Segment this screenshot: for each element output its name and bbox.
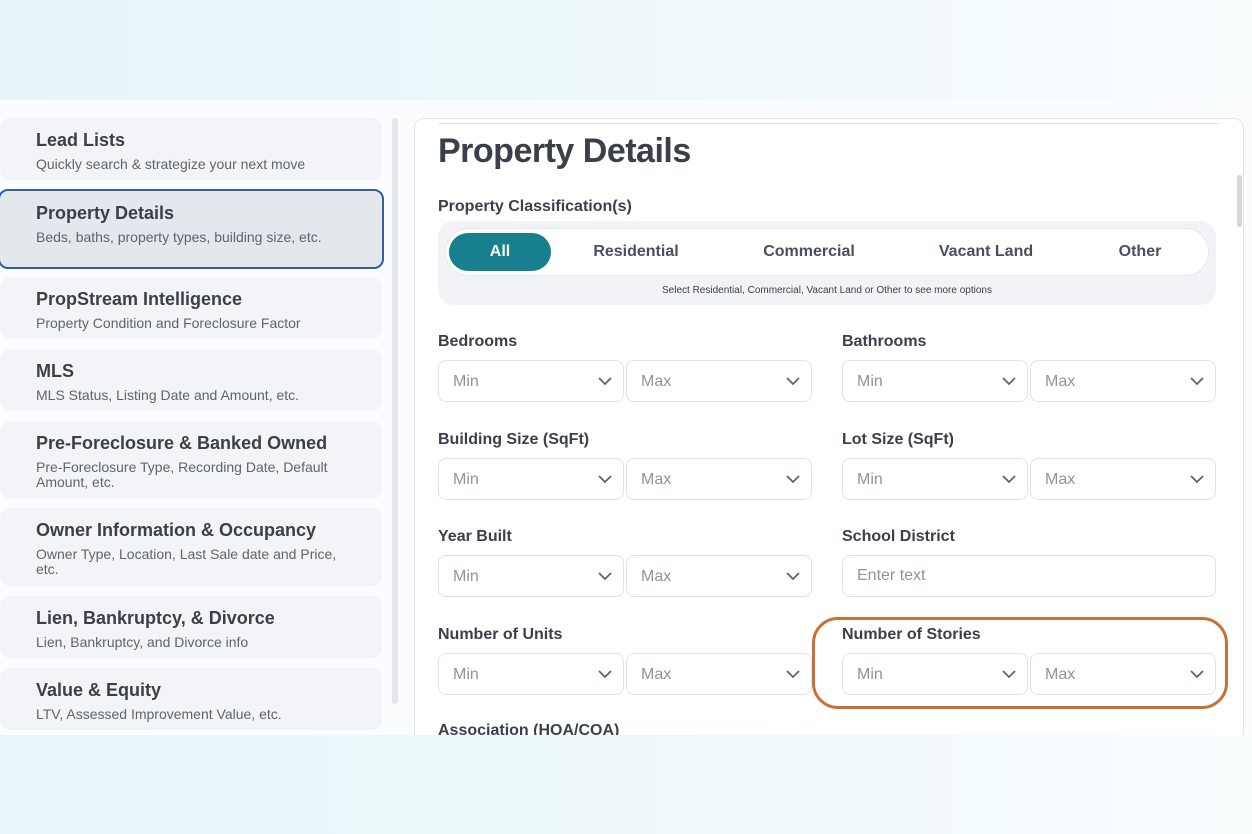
sidebar-item-lien-bankruptcy-divorce[interactable]: Lien, Bankruptcy, & Divorce Lien, Bankru… — [0, 596, 382, 658]
select-value: Max — [641, 471, 672, 488]
number-of-stories-label: Number of Stories — [842, 626, 981, 643]
chevron-down-icon — [598, 475, 612, 484]
chevron-down-icon — [598, 377, 612, 386]
filter-sidebar: Lead Lists Quickly search & strategize y… — [0, 100, 400, 735]
select-value: Min — [453, 373, 479, 390]
number-of-units-max-select[interactable]: Max — [626, 653, 812, 695]
page-title: Property Details — [438, 132, 691, 170]
sidebar-item-mls[interactable]: MLS MLS Status, Listing Date and Amount,… — [0, 349, 382, 411]
select-value: Max — [641, 373, 672, 390]
bedrooms-min-select[interactable]: Min — [438, 360, 624, 402]
sidebar-item-subtitle: MLS Status, Listing Date and Amount, etc… — [36, 387, 300, 403]
select-value: Min — [453, 666, 479, 683]
sidebar-item-title: Lead Lists — [36, 130, 126, 150]
chevron-down-icon — [786, 670, 800, 679]
classification-option-other[interactable]: Other — [1090, 233, 1190, 271]
year-built-label: Year Built — [438, 528, 512, 545]
select-value: Max — [1045, 373, 1076, 390]
sidebar-item-title: PropStream Intelligence — [36, 289, 243, 309]
sidebar-item-title: Lien, Bankruptcy, & Divorce — [36, 608, 275, 628]
bathrooms-min-select[interactable]: Min — [842, 360, 1028, 402]
classification-option-commercial[interactable]: Commercial — [734, 233, 884, 271]
classification-hint: Select Residential, Commercial, Vacant L… — [662, 285, 992, 296]
chevron-down-icon — [1002, 475, 1016, 484]
lot-size-min-select[interactable]: Min — [842, 458, 1028, 500]
sidebar-item-owner-information[interactable]: Owner Information & Occupancy Owner Type… — [0, 508, 382, 586]
building-size-max-select[interactable]: Max — [626, 458, 812, 500]
chevron-down-icon — [1002, 670, 1016, 679]
building-size-label: Building Size (SqFt) — [438, 431, 590, 448]
school-district-label: School District — [842, 528, 955, 545]
lot-size-max-select[interactable]: Max — [1030, 458, 1216, 500]
number-of-units-label: Number of Units — [438, 626, 563, 643]
bathrooms-max-select[interactable]: Max — [1030, 360, 1216, 402]
sidebar-item-subtitle: LTV, Assessed Improvement Value, etc. — [36, 706, 282, 722]
chevron-down-icon — [786, 572, 800, 581]
sidebar-item-subtitle: Beds, baths, property types, building si… — [36, 229, 322, 245]
select-value: Min — [453, 568, 479, 585]
bedrooms-label: Bedrooms — [438, 333, 518, 350]
number-of-stories-max-select[interactable]: Max — [1030, 653, 1216, 695]
select-value: Max — [641, 666, 672, 683]
bedrooms-max-select[interactable]: Max — [626, 360, 812, 402]
year-built-min-select[interactable]: Min — [438, 555, 624, 597]
top-backdrop — [0, 0, 1252, 100]
sidebar-item-title: Property Details — [36, 203, 175, 223]
chevron-down-icon — [1190, 475, 1204, 484]
year-built-max-select[interactable]: Max — [626, 555, 812, 597]
select-value: Min — [857, 666, 883, 683]
classification-option-all[interactable]: All — [449, 233, 551, 271]
select-value: Min — [857, 471, 883, 488]
select-value: Min — [857, 373, 883, 390]
app-window: Lead Lists Quickly search & strategize y… — [0, 100, 1252, 735]
select-value: Max — [1045, 471, 1076, 488]
lot-size-label: Lot Size (SqFt) — [842, 431, 954, 448]
sidebar-item-value-equity[interactable]: Value & Equity LTV, Assessed Improvement… — [0, 668, 382, 730]
chevron-down-icon — [1190, 670, 1204, 679]
sidebar-item-property-details[interactable]: Property Details Beds, baths, property t… — [0, 189, 384, 269]
panel-scrollbar[interactable] — [1237, 175, 1242, 227]
sidebar-item-title: Pre-Foreclosure & Banked Owned — [36, 433, 328, 453]
select-value: Min — [453, 471, 479, 488]
sidebar-item-subtitle: Owner Type, Location, Last Sale date and… — [36, 546, 337, 577]
sidebar-item-lead-lists[interactable]: Lead Lists Quickly search & strategize y… — [0, 118, 382, 180]
sidebar-item-subtitle: Quickly search & strategize your next mo… — [36, 156, 306, 172]
select-value: Max — [1045, 666, 1076, 683]
bathrooms-label: Bathrooms — [842, 333, 927, 350]
bottom-backdrop — [0, 735, 1252, 834]
sidebar-item-title: MLS — [36, 361, 74, 381]
sidebar-item-subtitle: Pre-Foreclosure Type, Recording Date, De… — [36, 459, 328, 490]
chevron-down-icon — [786, 475, 800, 484]
number-of-units-min-select[interactable]: Min — [438, 653, 624, 695]
classification-option-residential[interactable]: Residential — [566, 233, 706, 271]
chevron-down-icon — [598, 572, 612, 581]
chevron-down-icon — [1002, 377, 1016, 386]
select-value: Max — [641, 568, 672, 585]
sidebar-item-title: Value & Equity — [36, 680, 162, 700]
sidebar-scrollbar[interactable] — [392, 118, 398, 704]
building-size-min-select[interactable]: Min — [438, 458, 624, 500]
sidebar-item-propstream-intelligence[interactable]: PropStream Intelligence Property Conditi… — [0, 277, 382, 339]
sidebar-item-subtitle: Property Condition and Foreclosure Facto… — [36, 315, 301, 331]
divider — [439, 123, 1219, 124]
chevron-down-icon — [1190, 377, 1204, 386]
classification-label: Property Classification(s) — [438, 198, 632, 215]
sidebar-item-title: Owner Information & Occupancy — [36, 520, 317, 540]
chevron-down-icon — [786, 377, 800, 386]
sidebar-item-subtitle: Lien, Bankruptcy, and Divorce info — [36, 634, 249, 650]
classification-option-vacant-land[interactable]: Vacant Land — [912, 233, 1060, 271]
sidebar-item-pre-foreclosure[interactable]: Pre-Foreclosure & Banked Owned Pre-Forec… — [0, 421, 382, 499]
chevron-down-icon — [598, 670, 612, 679]
school-district-input[interactable] — [842, 555, 1216, 597]
number-of-stories-min-select[interactable]: Min — [842, 653, 1028, 695]
